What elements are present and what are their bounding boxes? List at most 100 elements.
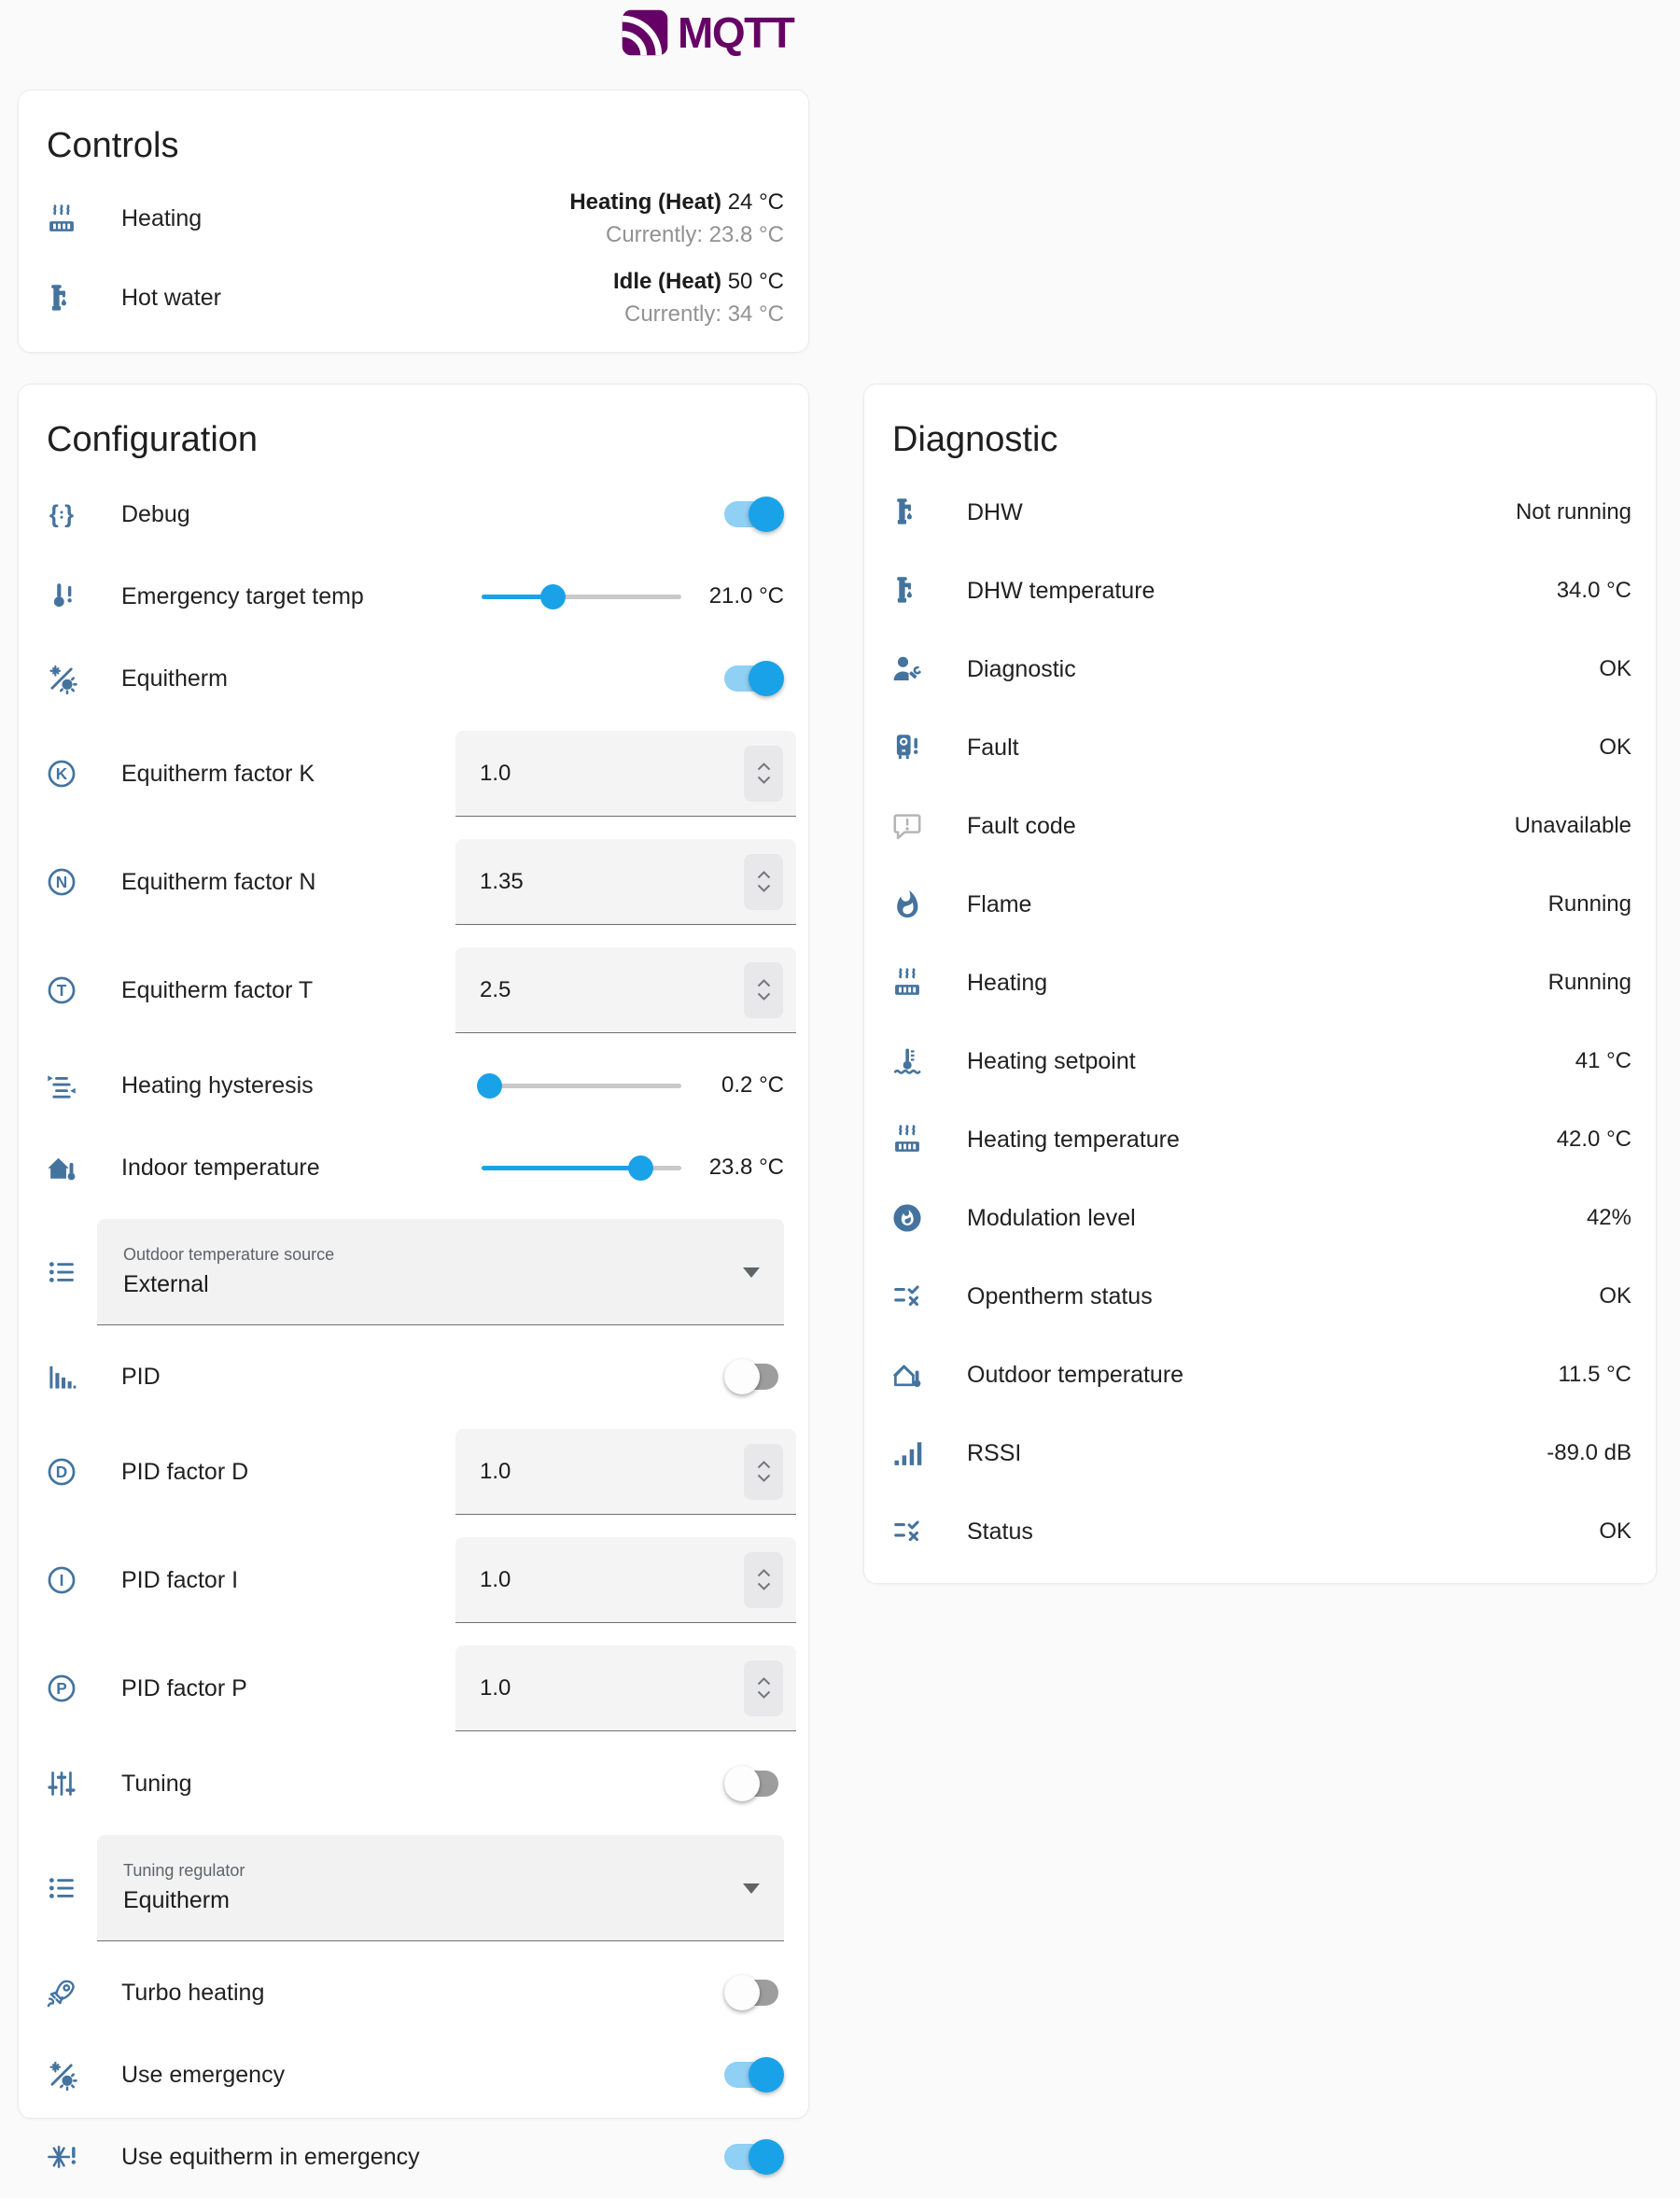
list-bulleted-icon xyxy=(45,1871,78,1905)
configuration-card-title: Configuration xyxy=(47,420,784,460)
pid-factor-p-input[interactable]: 1.0 xyxy=(455,1645,796,1731)
sensor-label: Opentherm status xyxy=(967,1281,1376,1312)
snowflake-alert-icon xyxy=(45,2140,78,2174)
toggle-thumb[interactable] xyxy=(724,1766,760,1801)
climate-current-temp: Currently: 34 °C xyxy=(613,299,784,331)
signal-icon xyxy=(890,1436,924,1470)
tuning-toggle[interactable] xyxy=(724,1765,784,1802)
diagnostic-row-opentherm-status: Opentherm statusOK xyxy=(890,1257,1631,1336)
number-value[interactable]: 2.5 xyxy=(480,977,744,1003)
config-row-tuning: Tuning xyxy=(45,1743,784,1825)
toggle-thumb[interactable] xyxy=(749,2057,784,2093)
number-value[interactable]: 1.0 xyxy=(480,1675,744,1701)
sensor-value[interactable]: 41 °C xyxy=(1355,1048,1631,1074)
mqtt-logo-text: MQTT xyxy=(678,7,793,58)
climate-state[interactable]: Idle (Heat) 50 °C Currently: 34 °C xyxy=(613,266,784,331)
svg-text:N: N xyxy=(56,873,67,891)
svg-text:P: P xyxy=(56,1679,67,1698)
sensor-value[interactable]: 42.0 °C xyxy=(1368,1127,1631,1153)
sensor-value[interactable]: OK xyxy=(1309,735,1631,761)
config-row-equitherm-factor-k: KEquitherm factor K 1.0 xyxy=(45,720,784,828)
sensor-value[interactable]: 42% xyxy=(1361,1205,1631,1231)
equitherm-factor-t-input[interactable]: 2.5 xyxy=(455,947,796,1033)
pid-toggle[interactable] xyxy=(724,1358,784,1395)
radiator-icon xyxy=(890,966,924,1000)
sensor-value[interactable]: 34.0 °C xyxy=(1356,578,1631,604)
equitherm-factor-k-input[interactable]: 1.0 xyxy=(455,731,796,817)
diagnostic-row-status: StatusOK xyxy=(890,1492,1631,1571)
sensor-value[interactable]: Running xyxy=(1297,970,1631,996)
config-row-use-emergency: Use emergency xyxy=(45,2034,784,2116)
diagnostic-row-fault-code: Fault codeUnavailable xyxy=(890,787,1631,865)
number-stepper[interactable] xyxy=(744,854,783,910)
equitherm-toggle[interactable] xyxy=(724,660,784,697)
toggle-thumb[interactable] xyxy=(749,2139,784,2175)
diagnostic-row-dhw-temperature: DHW temperature34.0 °C xyxy=(890,552,1631,630)
config-row-use-equitherm-in-emergency: Use equitherm in emergency xyxy=(45,2116,784,2198)
toggle-thumb[interactable] xyxy=(724,1975,760,2010)
sensor-value[interactable]: Unavailable xyxy=(1295,813,1631,839)
select-label: Tuning regulator xyxy=(123,1861,728,1881)
list-bulleted-icon xyxy=(45,1255,78,1289)
outdoor-temperature-source-select[interactable]: Outdoor temperature source External xyxy=(97,1219,784,1325)
toggle-thumb[interactable] xyxy=(749,661,784,696)
config-row-outdoor-temperature-source: Outdoor temperature source External xyxy=(45,1214,784,1330)
sensor-label: Outdoor temperature xyxy=(967,1360,1371,1391)
account-wrench-icon xyxy=(890,652,924,686)
thermometer-alert-icon xyxy=(45,580,78,613)
pid-factor-i-input[interactable]: 1.0 xyxy=(455,1537,796,1623)
sensor-value[interactable]: OK xyxy=(1376,1283,1631,1309)
sensor-value[interactable]: -89.0 dB xyxy=(1284,1440,1631,1466)
message-alert-icon xyxy=(890,809,924,843)
svg-text:}: } xyxy=(64,501,74,527)
use-equitherm-in-emergency-toggle[interactable] xyxy=(724,2138,784,2176)
number-stepper[interactable] xyxy=(744,1660,783,1716)
pid-factor-d-input[interactable]: 1.0 xyxy=(455,1429,796,1515)
sensor-value[interactable]: OK xyxy=(1316,1519,1631,1545)
mqtt-logo-icon xyxy=(620,7,670,58)
indoor-temperature-slider[interactable] xyxy=(482,1154,681,1182)
entity-label: PID xyxy=(121,1362,724,1393)
sensor-label: Heating xyxy=(967,968,1297,999)
config-row-pid-factor-p: PPID factor P 1.0 xyxy=(45,1634,784,1743)
list-status-icon xyxy=(890,1280,924,1313)
number-stepper[interactable] xyxy=(744,962,783,1018)
control-label: Hot water xyxy=(121,283,613,314)
number-stepper[interactable] xyxy=(744,746,783,802)
number-value[interactable]: 1.0 xyxy=(480,1567,744,1593)
controls-card-title: Controls xyxy=(47,126,784,166)
number-stepper[interactable] xyxy=(744,1552,783,1608)
use-emergency-toggle[interactable] xyxy=(724,2056,784,2093)
tuning-regulator-select[interactable]: Tuning regulator Equitherm xyxy=(97,1835,784,1941)
water-tap-icon xyxy=(45,282,78,315)
climate-state[interactable]: Heating (Heat) 24 °C Currently: 23.8 °C xyxy=(569,187,784,252)
toggle-thumb[interactable] xyxy=(724,1359,760,1394)
sensor-value[interactable]: 11.5 °C xyxy=(1371,1362,1631,1388)
sensor-value[interactable]: Running xyxy=(1290,891,1631,917)
sensor-value[interactable]: OK xyxy=(1337,656,1631,682)
debug-toggle[interactable] xyxy=(724,496,784,533)
heating-hysteresis-slider[interactable] xyxy=(482,1071,681,1099)
slider-track[interactable] xyxy=(482,1084,681,1088)
turbo-heating-toggle[interactable] xyxy=(724,1974,784,2011)
home-thermometer-outline-icon xyxy=(890,1358,924,1392)
number-value[interactable]: 1.0 xyxy=(480,1459,744,1485)
number-value[interactable]: 1.0 xyxy=(480,761,744,787)
slider-thumb[interactable] xyxy=(540,584,566,609)
number-value[interactable]: 1.35 xyxy=(480,869,744,895)
control-row-heating: Heating Heating (Heat) 24 °C Currently: … xyxy=(45,179,784,259)
toggle-thumb[interactable] xyxy=(749,497,784,532)
config-row-turbo-heating: Turbo heating xyxy=(45,1952,784,2034)
sun-snowflake-icon xyxy=(45,2058,78,2092)
emergency-target-temp-slider[interactable] xyxy=(482,582,681,610)
number-stepper[interactable] xyxy=(744,1444,783,1500)
slider-thumb[interactable] xyxy=(628,1155,653,1181)
diagnostic-card: Diagnostic DHWNot running DHW temperatur… xyxy=(863,384,1657,1584)
entity-label: Use equitherm in emergency xyxy=(121,2142,724,2173)
slider-thumb[interactable] xyxy=(477,1073,502,1099)
sensor-label: Heating setpoint xyxy=(967,1046,1355,1077)
water-tap-icon xyxy=(890,574,924,608)
entity-label: Indoor temperature xyxy=(121,1153,482,1183)
sensor-value[interactable]: Not running xyxy=(1269,499,1631,525)
equitherm-factor-n-input[interactable]: 1.35 xyxy=(455,839,796,925)
